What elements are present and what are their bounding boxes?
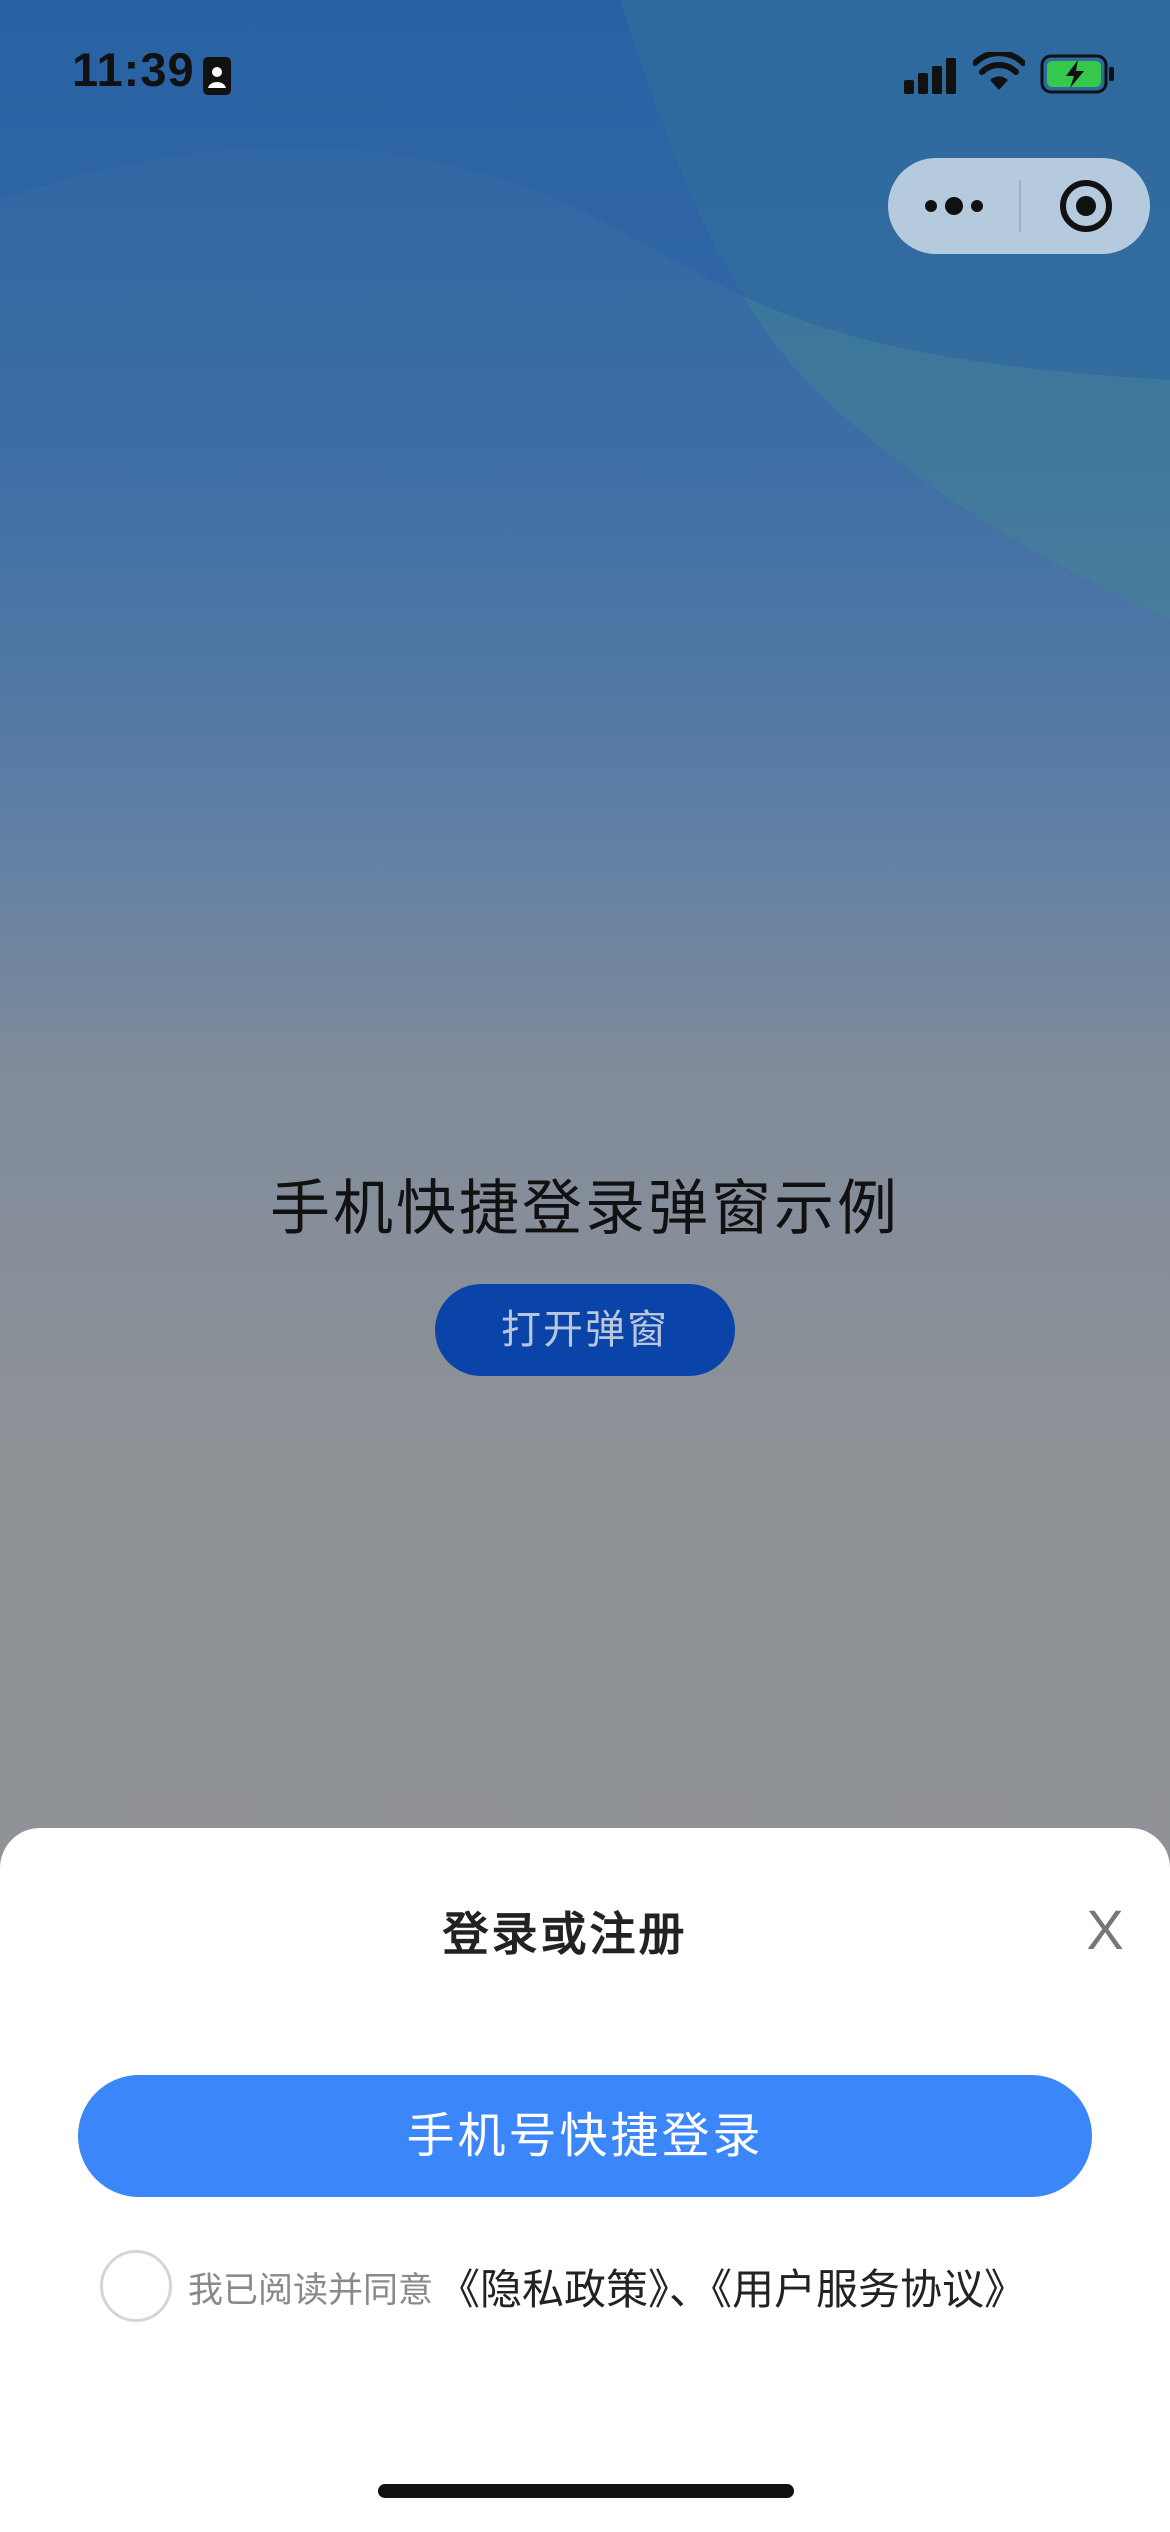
target-circle-icon[interactable] xyxy=(1058,178,1114,234)
agreement-checkbox[interactable] xyxy=(100,2250,172,2322)
close-button[interactable]: X xyxy=(1080,1898,1130,1962)
login-sheet: 登录或注册 X 手机号快捷登录 我已阅读并同意 《隐私政策》、《用户服务协议》 xyxy=(0,1828,1170,2532)
home-indicator xyxy=(378,2484,794,2498)
signal-icon xyxy=(904,58,956,94)
capsule-divider xyxy=(1019,180,1021,232)
id-card-icon xyxy=(203,57,231,95)
agreement-row: 我已阅读并同意 《隐私政策》、《用户服务协议》 xyxy=(100,2248,1100,2322)
phone-login-button[interactable]: 手机号快捷登录 xyxy=(78,2075,1092,2197)
agreement-text: 我已阅读并同意 xyxy=(188,2271,434,2311)
battery-charging-icon xyxy=(1040,54,1114,94)
open-popup-button[interactable]: 打开弹窗 xyxy=(435,1284,735,1376)
status-bar: 11:39 xyxy=(0,0,1170,150)
sheet-title: 登录或注册 xyxy=(442,1907,688,1961)
policy-links[interactable]: 《隐私政策》、《用户服务协议》 xyxy=(438,2256,1026,2317)
page-title: 手机快捷登录弹窗示例 xyxy=(270,1174,900,1244)
miniprogram-capsule xyxy=(888,158,1150,254)
wifi-icon xyxy=(973,52,1025,90)
status-time: 11:39 xyxy=(72,43,195,96)
more-dots-icon[interactable] xyxy=(922,188,986,224)
